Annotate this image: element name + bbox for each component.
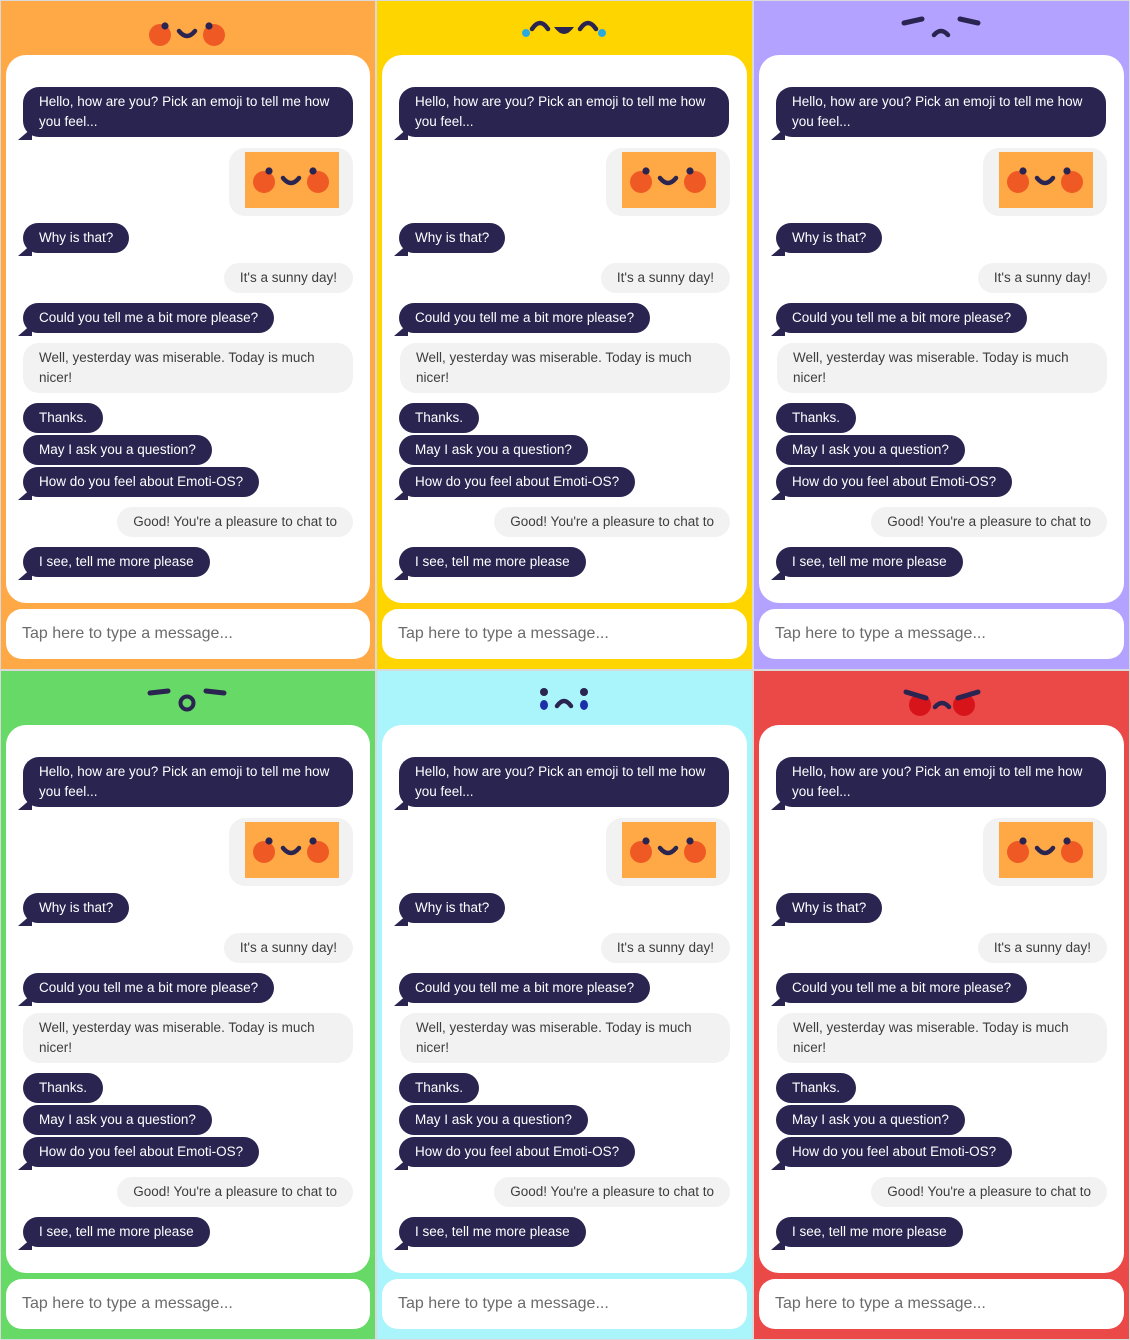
- user-message-yesterday: Well, yesterday was miserable. Today is …: [23, 343, 353, 393]
- bot-message-question: May I ask you a question?: [776, 1105, 965, 1135]
- bot-message-question: May I ask you a question?: [399, 1105, 588, 1135]
- message-input[interactable]: Tap here to type a message...: [759, 1279, 1124, 1329]
- user-message-good: Good! You're a pleasure to chat to: [494, 1177, 730, 1207]
- chat-panel-annoyed: Hello, how are you? Pick an emoji to tel…: [753, 0, 1130, 670]
- user-message-good: Good! You're a pleasure to chat to: [494, 507, 730, 537]
- bot-message-feel-emoti: How do you feel about Emoti-OS?: [776, 1137, 1013, 1167]
- bot-message-feel-emoti: How do you feel about Emoti-OS?: [399, 467, 636, 497]
- sent-emoji-bubble: [983, 148, 1107, 216]
- bot-message-thanks: Thanks.: [399, 403, 480, 433]
- bot-message-more: Could you tell me a bit more please?: [23, 973, 275, 1003]
- user-message-sunny: It's a sunny day!: [223, 933, 353, 963]
- bot-message-greeting: Hello, how are you? Pick an emoji to tel…: [23, 757, 353, 807]
- bot-message-thanks: Thanks.: [776, 403, 857, 433]
- bot-message-more: Could you tell me a bit more please?: [399, 303, 651, 333]
- bot-message-greeting: Hello, how are you? Pick an emoji to tel…: [776, 757, 1106, 807]
- bot-message-question: May I ask you a question?: [23, 435, 212, 465]
- bot-message-greeting: Hello, how are you? Pick an emoji to tel…: [776, 87, 1106, 137]
- bot-message-feel-emoti: How do you feel about Emoti-OS?: [23, 467, 260, 497]
- bot-message-see: I see, tell me more please: [776, 1217, 963, 1247]
- user-message-sunny: It's a sunny day!: [600, 263, 730, 293]
- happy-face-icon[interactable]: [1, 9, 375, 53]
- user-message-sunny: It's a sunny day!: [600, 933, 730, 963]
- message-input-placeholder: Tap here to type a message...: [22, 1295, 233, 1312]
- message-input-placeholder: Tap here to type a message...: [775, 1295, 986, 1312]
- laughing-face-icon[interactable]: [377, 9, 752, 53]
- annoyed-face-icon[interactable]: [754, 9, 1129, 53]
- user-message-good: Good! You're a pleasure to chat to: [871, 1177, 1107, 1207]
- message-input-placeholder: Tap here to type a message...: [775, 625, 986, 642]
- bot-message-why: Why is that?: [399, 223, 506, 253]
- message-input-placeholder: Tap here to type a message...: [22, 625, 233, 642]
- user-message-sunny: It's a sunny day!: [977, 933, 1107, 963]
- chat-history: Hello, how are you? Pick an emoji to tel…: [6, 55, 370, 603]
- user-message-good: Good! You're a pleasure to chat to: [117, 1177, 353, 1207]
- bot-message-thanks: Thanks.: [23, 1073, 104, 1103]
- sent-emoji-bubble: [229, 148, 353, 216]
- sent-emoji-bubble: [606, 148, 730, 216]
- bot-message-why: Why is that?: [23, 893, 130, 923]
- bot-message-see: I see, tell me more please: [776, 547, 963, 577]
- message-input[interactable]: Tap here to type a message...: [759, 609, 1124, 659]
- bot-message-question: May I ask you a question?: [776, 435, 965, 465]
- sad-face-icon[interactable]: [377, 679, 752, 723]
- user-message-yesterday: Well, yesterday was miserable. Today is …: [400, 1013, 730, 1063]
- user-message-yesterday: Well, yesterday was miserable. Today is …: [777, 1013, 1107, 1063]
- bot-message-question: May I ask you a question?: [23, 1105, 212, 1135]
- bot-message-why: Why is that?: [399, 893, 506, 923]
- angry-face-icon[interactable]: [754, 679, 1129, 723]
- bot-message-why: Why is that?: [776, 223, 883, 253]
- chat-panel-angry: Hello, how are you? Pick an emoji to tel…: [753, 670, 1130, 1340]
- user-message-good: Good! You're a pleasure to chat to: [117, 507, 353, 537]
- bot-message-thanks: Thanks.: [399, 1073, 480, 1103]
- message-input[interactable]: Tap here to type a message...: [6, 609, 370, 659]
- bot-message-greeting: Hello, how are you? Pick an emoji to tel…: [399, 87, 729, 137]
- bot-message-more: Could you tell me a bit more please?: [23, 303, 275, 333]
- bot-message-see: I see, tell me more please: [23, 547, 210, 577]
- bot-message-feel-emoti: How do you feel about Emoti-OS?: [399, 1137, 636, 1167]
- chat-history: Hello, how are you? Pick an emoji to tel…: [382, 725, 747, 1273]
- bot-message-why: Why is that?: [23, 223, 130, 253]
- chat-panel-laughing: Hello, how are you? Pick an emoji to tel…: [376, 0, 753, 670]
- message-input-placeholder: Tap here to type a message...: [398, 625, 609, 642]
- surprised-face-icon[interactable]: [1, 679, 375, 723]
- bot-message-see: I see, tell me more please: [23, 1217, 210, 1247]
- chat-history: Hello, how are you? Pick an emoji to tel…: [6, 725, 370, 1273]
- chat-panel-surprised: Hello, how are you? Pick an emoji to tel…: [0, 670, 376, 1340]
- message-input[interactable]: Tap here to type a message...: [6, 1279, 370, 1329]
- chat-history: Hello, how are you? Pick an emoji to tel…: [759, 55, 1124, 603]
- bot-message-question: May I ask you a question?: [399, 435, 588, 465]
- sent-emoji-bubble: [229, 818, 353, 886]
- mood-chat-grid: Hello, how are you? Pick an emoji to tel…: [0, 0, 1130, 1340]
- bot-message-feel-emoti: How do you feel about Emoti-OS?: [776, 467, 1013, 497]
- bot-message-thanks: Thanks.: [23, 403, 104, 433]
- sent-emoji-bubble: [983, 818, 1107, 886]
- sent-emoji-bubble: [606, 818, 730, 886]
- bot-message-thanks: Thanks.: [776, 1073, 857, 1103]
- bot-message-greeting: Hello, how are you? Pick an emoji to tel…: [23, 87, 353, 137]
- bot-message-more: Could you tell me a bit more please?: [776, 973, 1028, 1003]
- chat-panel-sad: Hello, how are you? Pick an emoji to tel…: [376, 670, 753, 1340]
- chat-panel-happy: Hello, how are you? Pick an emoji to tel…: [0, 0, 376, 670]
- user-message-good: Good! You're a pleasure to chat to: [871, 507, 1107, 537]
- chat-history: Hello, how are you? Pick an emoji to tel…: [382, 55, 747, 603]
- user-message-yesterday: Well, yesterday was miserable. Today is …: [777, 343, 1107, 393]
- user-message-yesterday: Well, yesterday was miserable. Today is …: [400, 343, 730, 393]
- message-input[interactable]: Tap here to type a message...: [382, 609, 747, 659]
- bot-message-feel-emoti: How do you feel about Emoti-OS?: [23, 1137, 260, 1167]
- bot-message-more: Could you tell me a bit more please?: [776, 303, 1028, 333]
- bot-message-why: Why is that?: [776, 893, 883, 923]
- bot-message-see: I see, tell me more please: [399, 547, 586, 577]
- bot-message-greeting: Hello, how are you? Pick an emoji to tel…: [399, 757, 729, 807]
- user-message-yesterday: Well, yesterday was miserable. Today is …: [23, 1013, 353, 1063]
- message-input[interactable]: Tap here to type a message...: [382, 1279, 747, 1329]
- chat-history: Hello, how are you? Pick an emoji to tel…: [759, 725, 1124, 1273]
- bot-message-more: Could you tell me a bit more please?: [399, 973, 651, 1003]
- bot-message-see: I see, tell me more please: [399, 1217, 586, 1247]
- user-message-sunny: It's a sunny day!: [223, 263, 353, 293]
- message-input-placeholder: Tap here to type a message...: [398, 1295, 609, 1312]
- user-message-sunny: It's a sunny day!: [977, 263, 1107, 293]
